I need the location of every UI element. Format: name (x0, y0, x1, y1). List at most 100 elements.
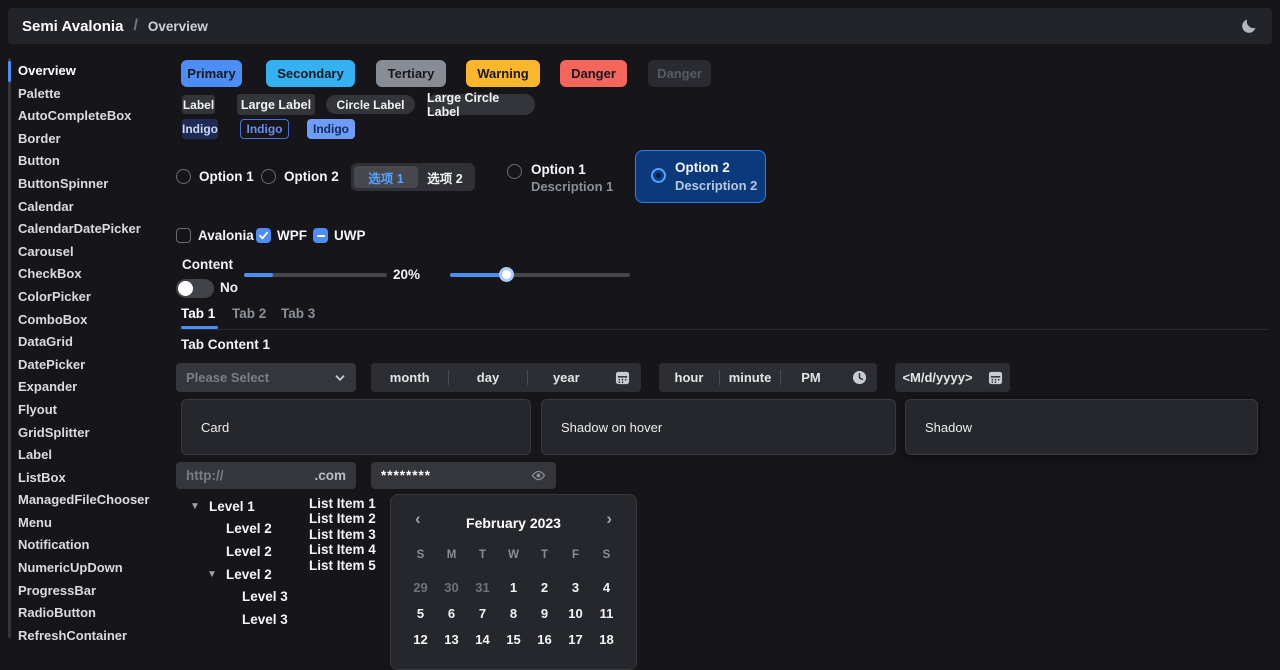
checkbox-uwp-label[interactable]: UWP (334, 228, 366, 243)
sidebar-item-checkbox[interactable]: CheckBox (18, 263, 173, 286)
calendar-day[interactable]: 2 (529, 580, 560, 595)
sidebar-item-notification[interactable]: Notification (18, 534, 173, 557)
sidebar-item-datepicker[interactable]: DatePicker (18, 354, 173, 377)
time-hour-segment[interactable]: hour (659, 370, 719, 385)
calendar-icon[interactable] (980, 370, 1010, 385)
calendar-day[interactable]: 29 (405, 580, 436, 595)
time-ampm-segment[interactable]: PM (781, 370, 841, 385)
select-dropdown[interactable]: Please Select (176, 363, 356, 392)
sidebar-item-palette[interactable]: Palette (18, 83, 173, 106)
sidebar-item-refreshcontainer[interactable]: RefreshContainer (18, 625, 173, 648)
calendar-day[interactable]: 15 (498, 632, 529, 647)
segment-option-2[interactable]: 选项 2 (418, 166, 472, 188)
tertiary-button[interactable]: Tertiary (376, 60, 446, 87)
calendar-day[interactable]: 16 (529, 632, 560, 647)
calendar-day[interactable]: 7 (467, 606, 498, 621)
tree-item-level2a[interactable]: Level 2 (226, 521, 272, 536)
sidebar-item-numericupdown[interactable]: NumericUpDown (18, 557, 173, 580)
calendar-day[interactable]: 31 (467, 580, 498, 595)
tree-item-level2b[interactable]: Level 2 (226, 544, 272, 559)
sidebar-item-expander[interactable]: Expander (18, 376, 173, 399)
sidebar-item-flyout[interactable]: Flyout (18, 399, 173, 422)
tree-expander-icon[interactable]: ▼ (207, 569, 217, 580)
sidebar-rail[interactable] (8, 58, 11, 638)
sidebar-item-border[interactable]: Border (18, 128, 173, 151)
sidebar-item-combobox[interactable]: ComboBox (18, 309, 173, 332)
calendar-day[interactable]: 12 (405, 632, 436, 647)
list-item[interactable]: List Item 1 (309, 496, 376, 511)
list-item[interactable]: List Item 5 (309, 558, 376, 573)
toggle-switch-off[interactable] (176, 279, 214, 298)
date-picker[interactable]: month day year (371, 363, 641, 392)
calendar-icon[interactable] (605, 370, 641, 385)
calendar-day[interactable]: 3 (560, 580, 591, 595)
sidebar-item-radiobutton[interactable]: RadioButton (18, 602, 173, 625)
sidebar-item-calendardatepicker[interactable]: CalendarDatePicker (18, 218, 173, 241)
format-placeholder[interactable]: <M/d/yyyy> (895, 370, 980, 385)
calendar-day[interactable]: 14 (467, 632, 498, 647)
sidebar-item-buttonspinner[interactable]: ButtonSpinner (18, 173, 173, 196)
date-month-segment[interactable]: month (371, 370, 448, 385)
list-item[interactable]: List Item 4 (309, 542, 376, 557)
sidebar-item-button[interactable]: Button (18, 150, 173, 173)
radio-card-option2[interactable]: Option 2 Description 2 (635, 150, 766, 203)
calendar-day[interactable]: 1 (498, 580, 529, 595)
calendar-day[interactable]: 8 (498, 606, 529, 621)
warning-button[interactable]: Warning (466, 60, 540, 87)
calendar-day[interactable]: 17 (560, 632, 591, 647)
checkbox-avalonia-label[interactable]: Avalonia (198, 228, 254, 243)
calendar-day[interactable]: 10 (560, 606, 591, 621)
moon-icon[interactable] (1240, 17, 1258, 35)
list-item[interactable]: List Item 2 (309, 511, 376, 526)
tab-3[interactable]: Tab 3 (281, 306, 315, 321)
secondary-button[interactable]: Secondary (266, 60, 355, 87)
checkbox-wpf-label[interactable]: WPF (277, 228, 307, 243)
sidebar-item-datagrid[interactable]: DataGrid (18, 331, 173, 354)
sidebar-item-carousel[interactable]: Carousel (18, 241, 173, 264)
checkbox-wpf-checked[interactable] (256, 228, 271, 243)
sidebar-item-managedfilechooser[interactable]: ManagedFileChooser (18, 489, 173, 512)
calendar-day[interactable]: 13 (436, 632, 467, 647)
radio-option1[interactable] (176, 169, 191, 184)
calendar-day[interactable]: 6 (436, 606, 467, 621)
time-picker[interactable]: hour minute PM (659, 363, 877, 392)
sidebar-item-progressbar[interactable]: ProgressBar (18, 580, 173, 603)
tab-1[interactable]: Tab 1 (181, 306, 215, 321)
url-input[interactable]: http:// .com (176, 462, 356, 489)
calendar-day[interactable]: 18 (591, 632, 622, 647)
radio-option2[interactable] (261, 169, 276, 184)
calendar-day[interactable]: 9 (529, 606, 560, 621)
clock-icon[interactable] (841, 370, 877, 385)
danger-button[interactable]: Danger (560, 60, 627, 87)
sidebar-item-overview[interactable]: Overview (18, 60, 173, 83)
tree-expander-icon[interactable]: ▼ (190, 501, 200, 512)
sidebar-item-menu[interactable]: Menu (18, 512, 173, 535)
list-item[interactable]: List Item 3 (309, 527, 376, 542)
tree-item-level3b[interactable]: Level 3 (242, 612, 288, 627)
radio-option2-label[interactable]: Option 2 (284, 169, 339, 184)
segment-option-1[interactable]: 选项 1 (354, 166, 418, 188)
chevron-right-icon[interactable]: › (606, 509, 612, 529)
sidebar-item-gridsplitter[interactable]: GridSplitter (18, 422, 173, 445)
date-year-segment[interactable]: year (528, 370, 605, 385)
format-date-picker[interactable]: <M/d/yyyy> (895, 363, 1010, 392)
date-day-segment[interactable]: day (449, 370, 526, 385)
calendar-day[interactable]: 11 (591, 606, 622, 621)
slider2-thumb[interactable] (499, 267, 514, 282)
calendar-day[interactable]: 5 (405, 606, 436, 621)
sidebar-item-label[interactable]: Label (18, 444, 173, 467)
tree-item-level1[interactable]: Level 1 (209, 499, 255, 514)
sidebar-item-listbox[interactable]: ListBox (18, 467, 173, 490)
tree-item-level2c[interactable]: Level 2 (226, 567, 272, 582)
sidebar-item-calendar[interactable]: Calendar (18, 196, 173, 219)
sidebar-item-colorpicker[interactable]: ColorPicker (18, 286, 173, 309)
eye-icon[interactable] (531, 468, 546, 483)
time-minute-segment[interactable]: minute (720, 370, 780, 385)
app-brand[interactable]: Semi Avalonia (22, 18, 123, 35)
primary-button[interactable]: Primary (181, 60, 242, 87)
checkbox-uwp-indeterminate[interactable] (313, 228, 328, 243)
tree-item-level3a[interactable]: Level 3 (242, 589, 288, 604)
radio-card-option1[interactable]: Option 1 Description 1 (505, 158, 633, 202)
password-input[interactable]: ******** (371, 462, 556, 489)
radio-option1-label[interactable]: Option 1 (199, 169, 254, 184)
